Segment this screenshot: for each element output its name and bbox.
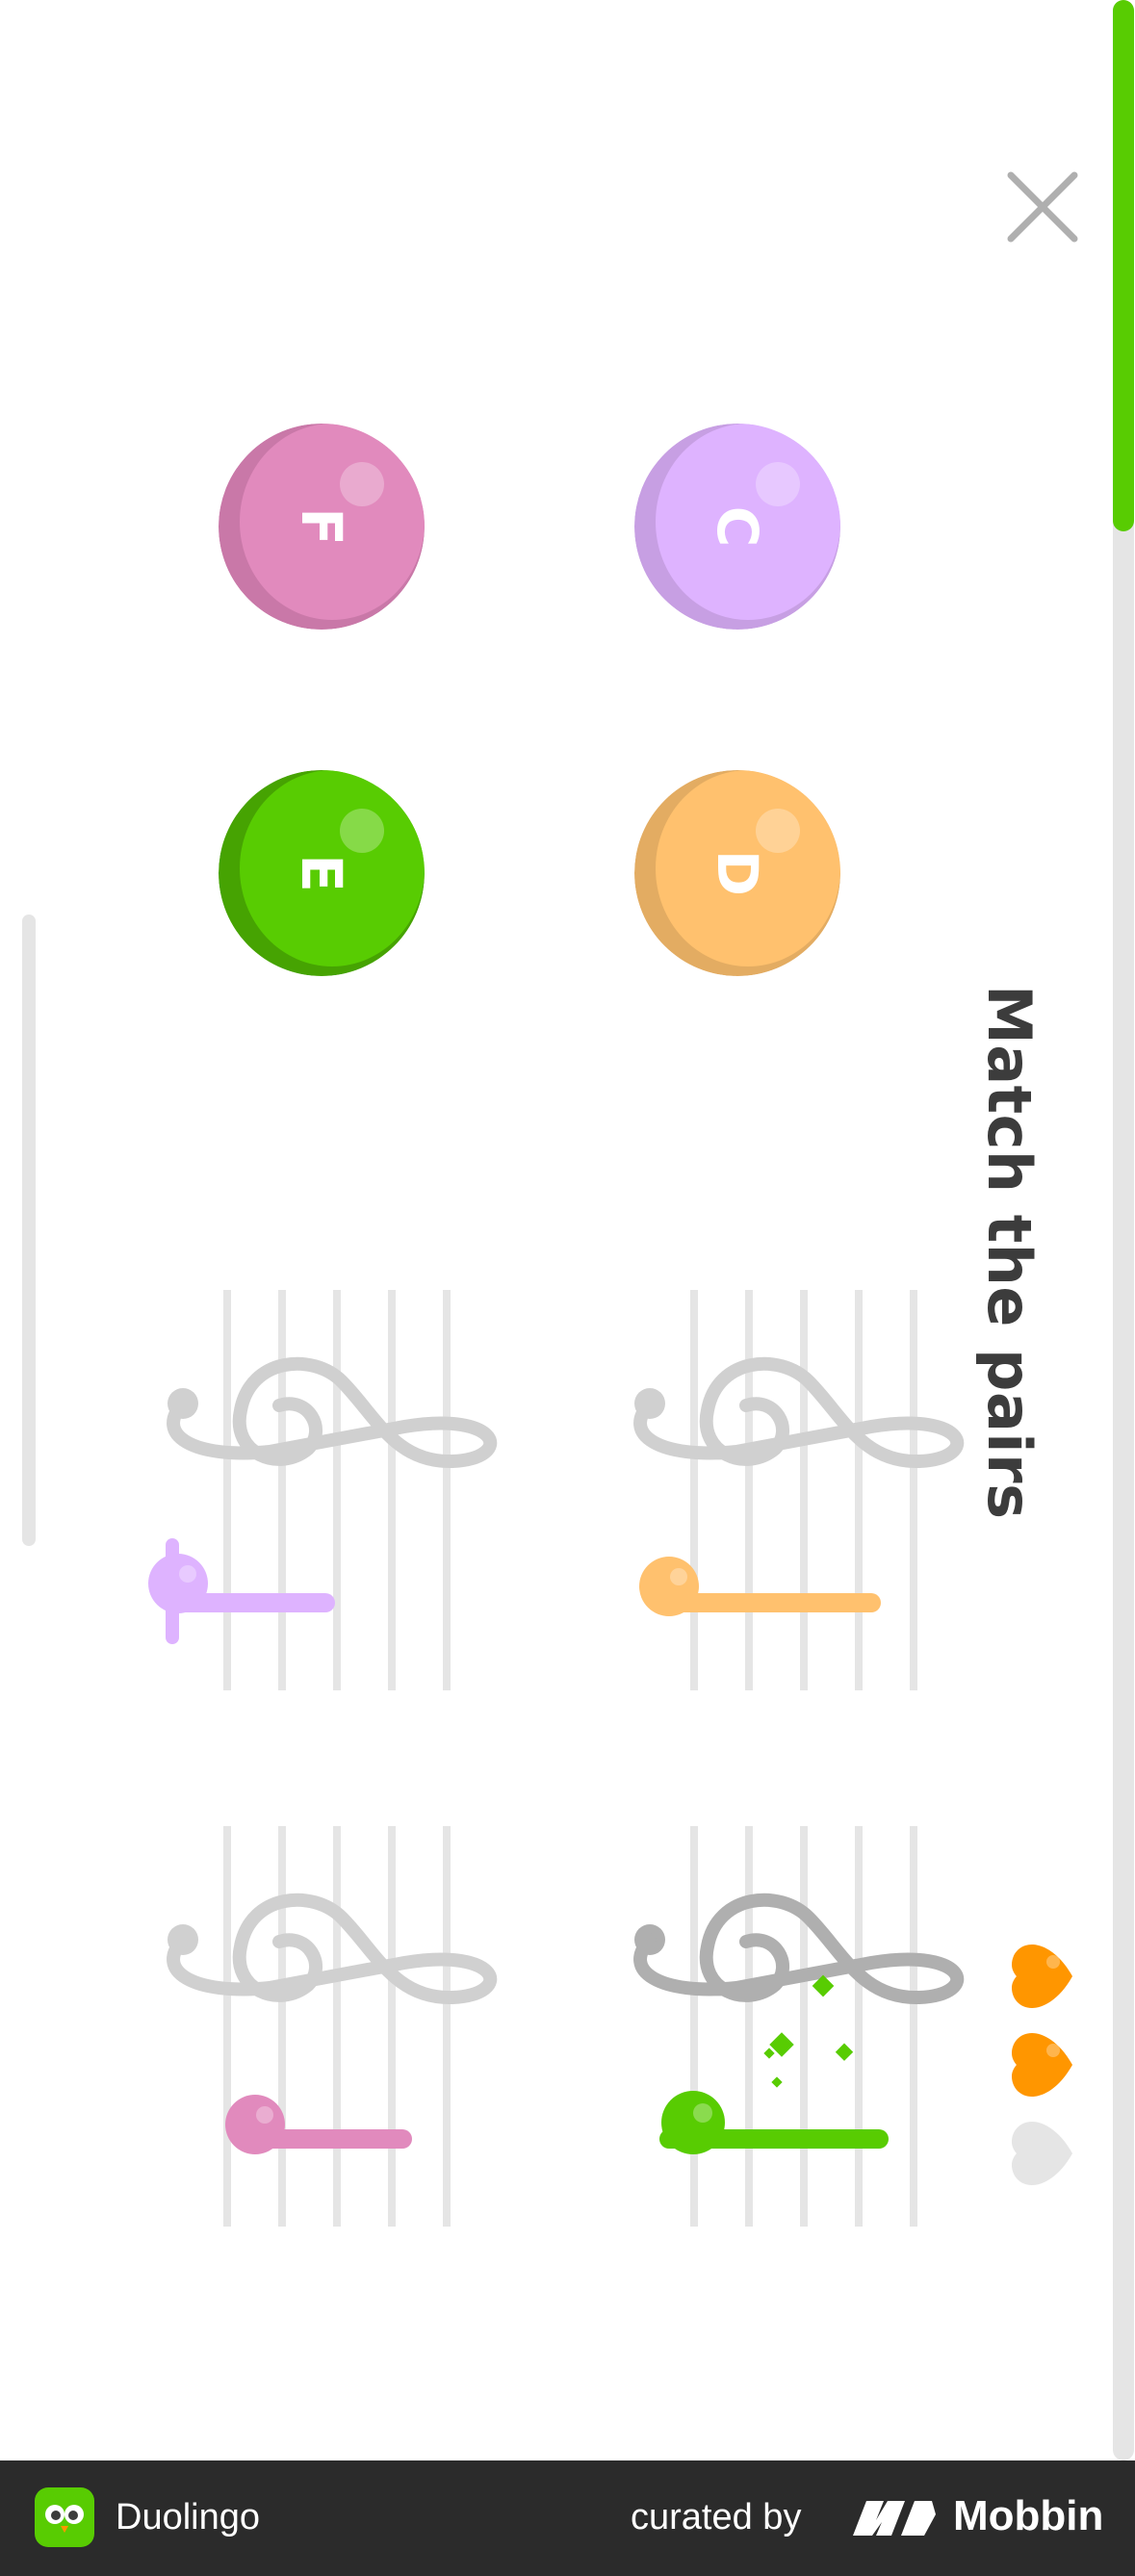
scroll-indicator[interactable] <box>22 914 36 1546</box>
mobbin-logo-icon <box>851 2497 938 2537</box>
heart-empty-icon <box>1009 2120 1076 2187</box>
heart-icon <box>1009 2031 1076 2099</box>
note-letter: C <box>705 505 770 548</box>
staff-illustration <box>148 1290 498 1690</box>
staff-lines <box>223 1290 451 1690</box>
note-button-c[interactable]: C <box>634 424 840 630</box>
staff-card-2[interactable] <box>602 1290 996 1694</box>
note-button-e[interactable]: E <box>219 770 425 976</box>
treble-clef-icon <box>167 1356 498 1469</box>
staff-illustration <box>633 1826 965 2227</box>
curated-by-label: curated by <box>631 2497 802 2537</box>
treble-clef-icon <box>633 1893 965 2005</box>
app-name: Duolingo <box>116 2497 260 2537</box>
treble-clef-icon <box>167 1893 498 2005</box>
staff-illustration <box>167 1826 498 2227</box>
treble-clef-icon <box>633 1356 965 1469</box>
quarter-note <box>639 1557 881 1616</box>
staff-illustration <box>633 1290 965 1690</box>
note-button-f[interactable]: F <box>219 424 425 630</box>
progress-fill <box>1113 0 1134 531</box>
duolingo-logo-icon <box>35 2487 94 2547</box>
quarter-note <box>659 2091 889 2154</box>
sparkle-icon <box>763 1974 854 2088</box>
quarter-note <box>225 2095 412 2154</box>
note-button-d[interactable]: D <box>634 770 840 976</box>
staff-lines <box>690 1826 917 2227</box>
staff-card-4[interactable] <box>602 1826 996 2230</box>
close-icon <box>1007 171 1078 243</box>
note-letter: F <box>289 507 354 546</box>
note-letter: D <box>705 849 770 897</box>
note-letter: E <box>289 854 354 892</box>
quarter-note <box>148 1538 335 1644</box>
staff-card-3[interactable] <box>135 1826 529 2230</box>
staff-lines <box>690 1290 917 1690</box>
heart-icon <box>1009 1943 1076 2010</box>
close-button[interactable] <box>1001 166 1084 248</box>
staff-card-1[interactable] <box>135 1290 529 1694</box>
brand-name: Mobbin <box>953 2492 1104 2539</box>
staff-lines <box>223 1826 451 2227</box>
